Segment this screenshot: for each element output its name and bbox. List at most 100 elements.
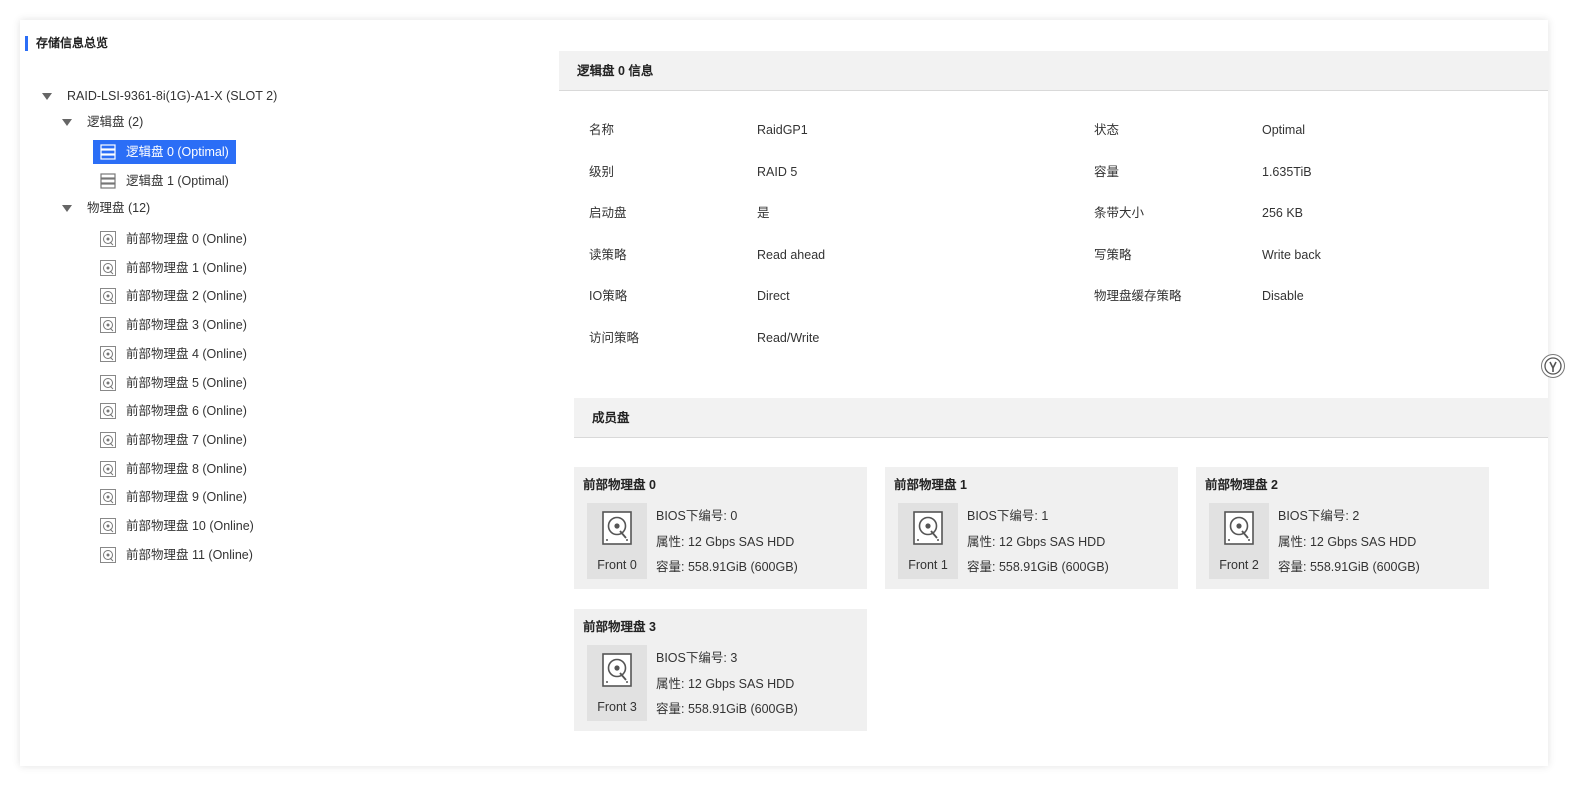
disk-attribute: 属性: 12 Gbps SAS HDD — [967, 535, 1106, 549]
disk-bios-number: BIOS下编号: 0 — [656, 509, 738, 523]
tree-item-label: 前部物理盘 8 (Online) — [126, 461, 247, 476]
page-title: 存储信息总览 — [25, 36, 108, 51]
tree-item-label: 前部物理盘 0 (Online) — [126, 232, 247, 246]
hard-disk-icon — [100, 231, 116, 247]
info-label: 条带大小 — [1094, 206, 1145, 221]
help-button[interactable] — [1541, 354, 1565, 378]
tree-item-physical-disk-6[interactable]: 前部物理盘 6 (Online) — [93, 399, 254, 423]
tree-item-label: 前部物理盘 3 (Online) — [126, 318, 247, 333]
disk-tile-label: Front 1 — [908, 558, 948, 572]
tree-node-physical-group[interactable]: 物理盘 (12) — [62, 198, 150, 218]
disk-capacity: 容量: 558.91GiB (600GB) — [1278, 560, 1420, 574]
tree-item-physical-disk-1[interactable]: 前部物理盘 1 (Online) — [93, 256, 254, 280]
hard-disk-icon — [100, 431, 116, 448]
info-label: 读策略 — [589, 247, 627, 262]
disk-capacity: 容量: 558.91GiB (600GB) — [967, 560, 1109, 574]
tree-node-controller[interactable]: RAID-LSI-9361-8i(1G)-A1-X (SLOT 2) — [42, 86, 277, 106]
tree-node-logical-group[interactable]: 逻辑盘 (2) — [62, 112, 143, 132]
info-value: RaidGP1 — [757, 123, 808, 137]
info-label: 名称 — [589, 123, 615, 137]
info-value: Read/Write — [757, 331, 820, 345]
member-disk-card[interactable]: 前部物理盘 1 Front 1 BIOS下编号: 1 属性: 12 Gbps SAS … — [885, 467, 1178, 589]
tree-item-label: 前部物理盘 4 (Online) — [126, 346, 247, 361]
tree-node-label: 逻辑盘 (2) — [87, 115, 144, 129]
hard-disk-icon — [100, 460, 116, 477]
member-disk-card[interactable]: 前部物理盘 0 Front 0 BIOS下编号: 0 属性: 12 Gbps SAS … — [574, 467, 867, 589]
tree-item-logical-disk-0[interactable]: 逻辑盘 0 (Optimal) — [93, 140, 236, 164]
hard-disk-icon — [100, 403, 116, 420]
hard-disk-icon — [100, 317, 116, 334]
member-disk-card[interactable]: 前部物理盘 2 Front 2 BIOS下编号: 2 属性: 12 Gbps SAS … — [1196, 467, 1489, 589]
info-value: 256 KB — [1262, 206, 1304, 221]
member-disks-header: 成员盘 — [574, 398, 1548, 438]
tree-item-label: 前部物理盘 11 (Online) — [126, 547, 253, 562]
tree-item-label: 逻辑盘 1 (Optimal) — [126, 174, 229, 188]
info-value: Write back — [1262, 247, 1321, 262]
disk-bios-number: BIOS下编号: 3 — [656, 651, 738, 665]
info-value: Optimal — [1262, 123, 1306, 137]
hard-disk-icon — [100, 345, 116, 362]
info-value: Direct — [757, 289, 790, 304]
tree-item-physical-disk-10[interactable]: 前部物理盘 10 (Online) — [93, 514, 261, 538]
disk-tile-label: Front 0 — [597, 558, 637, 572]
disk-capacity: 容量: 558.91GiB (600GB) — [656, 560, 798, 574]
tree-item-physical-disk-7[interactable]: 前部物理盘 7 (Online) — [93, 428, 254, 452]
hard-disk-icon — [100, 259, 116, 276]
server-stack-icon — [100, 144, 116, 160]
tree-item-physical-disk-5[interactable]: 前部物理盘 5 (Online) — [93, 371, 254, 395]
tree-item-physical-disk-11[interactable]: 前部物理盘 11 (Online) — [93, 543, 260, 567]
tree-item-physical-disk-0[interactable]: 前部物理盘 0 (Online) — [93, 227, 254, 251]
info-value: Disable — [1262, 289, 1304, 304]
disk-capacity: 容量: 558.91GiB (600GB) — [656, 702, 798, 716]
hard-disk-icon — [100, 546, 116, 563]
tree-item-logical-disk-1[interactable]: 逻辑盘 1 (Optimal) — [93, 169, 236, 193]
disk-bios-number: BIOS下编号: 2 — [1278, 509, 1360, 523]
info-label: 级别 — [589, 164, 615, 179]
info-value: RAID 5 — [757, 164, 798, 179]
caret-down-icon[interactable] — [62, 118, 72, 126]
server-stack-icon — [100, 173, 116, 189]
disk-tile: Front 2 — [1209, 503, 1269, 579]
info-value: Read ahead — [757, 247, 826, 262]
tree-item-physical-disk-3[interactable]: 前部物理盘 3 (Online) — [93, 313, 254, 337]
disk-attribute: 属性: 12 Gbps SAS HDD — [656, 677, 795, 691]
disk-tile: Front 1 — [898, 503, 958, 579]
hard-disk-icon — [1224, 511, 1254, 545]
info-label: 状态 — [1094, 123, 1120, 137]
hard-disk-icon — [100, 489, 116, 506]
tree-item-label: 前部物理盘 9 (Online) — [126, 490, 247, 505]
info-label: 启动盘 — [589, 206, 627, 221]
disk-attribute: 属性: 12 Gbps SAS HDD — [656, 535, 795, 549]
tree-item-physical-disk-8[interactable]: 前部物理盘 8 (Online) — [93, 457, 254, 481]
tree-item-label: 前部物理盘 6 (Online) — [126, 404, 247, 419]
disk-tile-label: Front 2 — [1219, 558, 1259, 572]
logical-disk-info-header: 逻辑盘 0 信息 — [559, 51, 1548, 91]
disk-tile: Front 3 — [587, 645, 647, 721]
caret-down-icon[interactable] — [42, 92, 52, 100]
storage-overview-card: 存储信息总览 RAID-LSI-9361-8i(1G)-A1-X (SLOT 2… — [20, 20, 1565, 766]
tree-item-physical-disk-2[interactable]: 前部物理盘 2 (Online) — [93, 284, 254, 308]
info-label: IO策略 — [589, 289, 628, 304]
info-value: 是 — [757, 206, 770, 221]
hard-disk-icon — [913, 511, 943, 545]
member-disk-card[interactable]: 前部物理盘 3 Front 3 BIOS下编号: 3 属性: 12 Gbps SAS … — [574, 609, 867, 731]
tree-item-physical-disk-4[interactable]: 前部物理盘 4 (Online) — [93, 342, 254, 366]
tree-item-label: 前部物理盘 1 (Online) — [126, 260, 247, 275]
help-icon — [1544, 357, 1562, 375]
tree-item-label: 逻辑盘 0 (Optimal) — [126, 145, 229, 159]
tree-node-label: RAID-LSI-9361-8i(1G)-A1-X (SLOT 2) — [67, 89, 278, 103]
tree-item-label: 前部物理盘 7 (Online) — [126, 432, 247, 447]
disk-tile: Front 0 — [587, 503, 647, 579]
member-disk-name: 前部物理盘 0 — [583, 478, 656, 492]
tree-item-physical-disk-9[interactable]: 前部物理盘 9 (Online) — [93, 485, 254, 509]
hard-disk-icon — [100, 518, 116, 534]
member-disk-name: 前部物理盘 2 — [1205, 478, 1278, 492]
disk-attribute: 属性: 12 Gbps SAS HDD — [1278, 535, 1417, 549]
caret-down-icon[interactable] — [62, 204, 72, 212]
info-label: 写策略 — [1094, 247, 1132, 262]
hard-disk-icon — [602, 653, 632, 687]
hard-disk-icon — [100, 288, 116, 305]
tree-item-label: 前部物理盘 2 (Online) — [126, 289, 247, 304]
disk-tile-label: Front 3 — [597, 700, 637, 714]
member-disk-name: 前部物理盘 1 — [894, 478, 967, 492]
